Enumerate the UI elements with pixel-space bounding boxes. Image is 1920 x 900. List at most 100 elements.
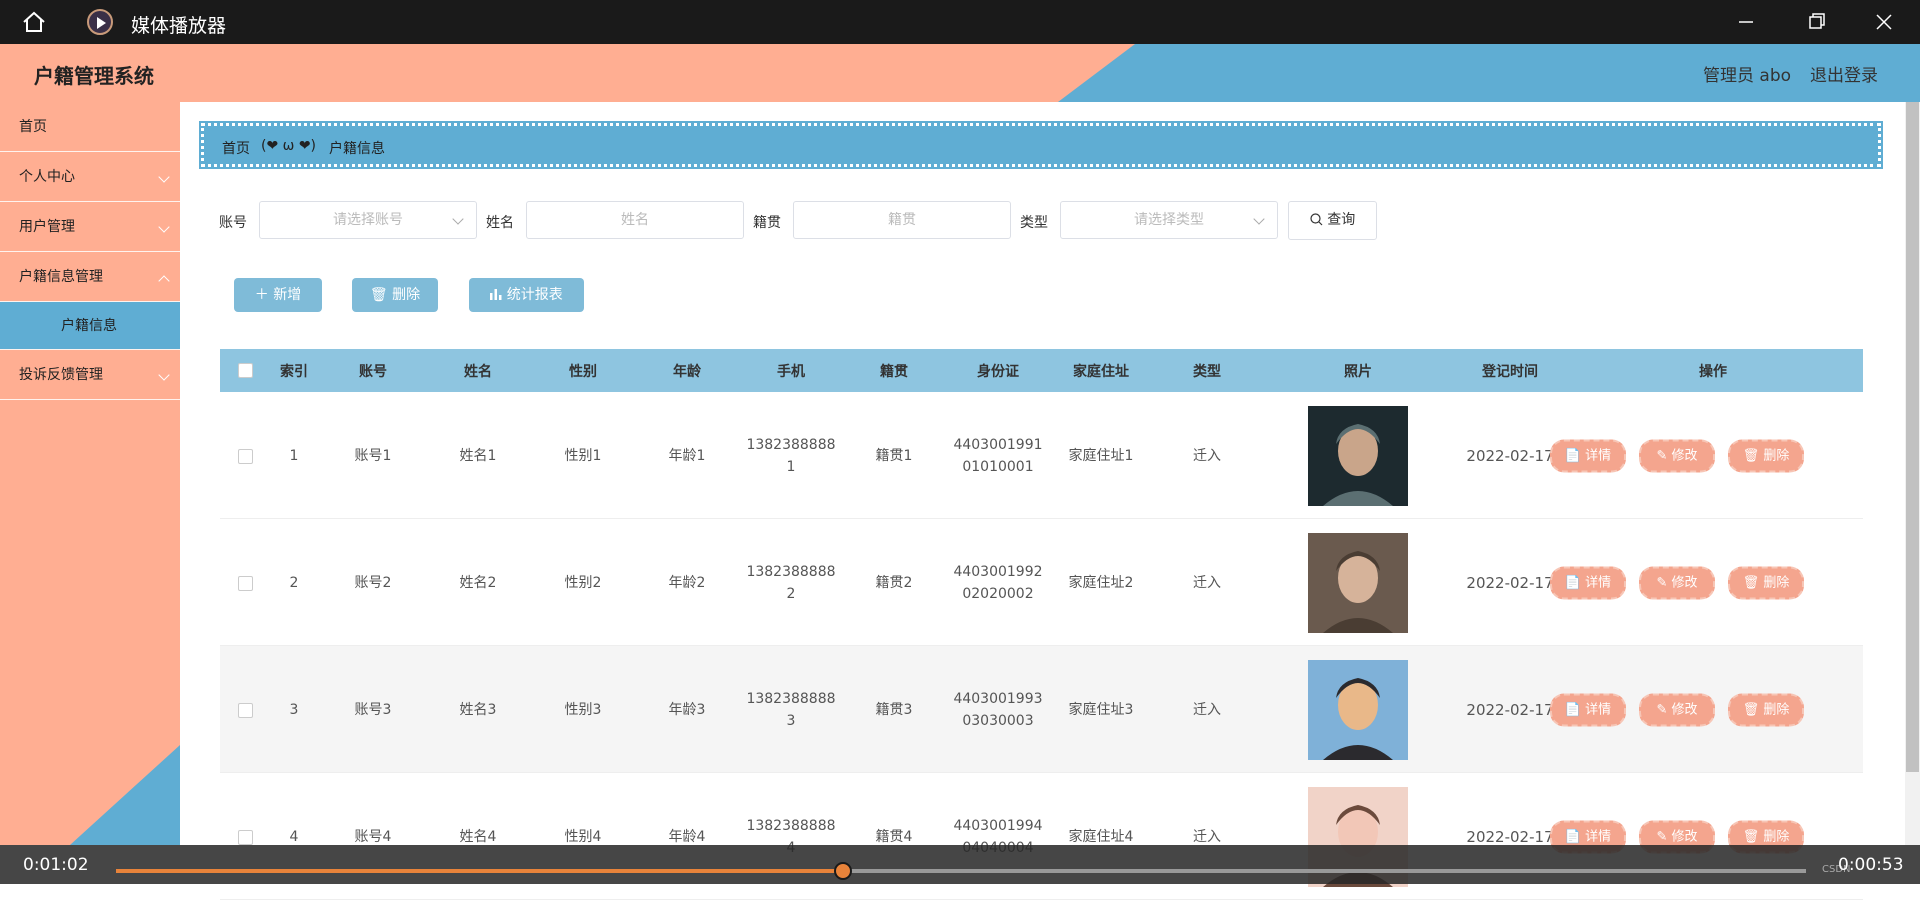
op-button-label: 删除	[1763, 448, 1790, 464]
person-photo[interactable]	[1308, 660, 1408, 760]
origin-filter-label: 籍贯	[753, 215, 781, 231]
column-header[interactable]: 籍贯	[880, 361, 908, 381]
admin-username: 管理员 abo	[1703, 66, 1792, 86]
chevron-down-icon	[158, 221, 170, 233]
sidebar-item-household-info[interactable]: 户籍信息	[0, 302, 180, 350]
app-header: 户籍管理系统 管理员 abo 退出登录	[0, 44, 1920, 102]
sidebar: 首页 个人中心 用户管理 户籍信息管理 户籍信息 投诉反馈管理	[0, 102, 180, 845]
select-all-checkbox[interactable]	[238, 363, 253, 378]
edit-button[interactable]: ✎ 修改	[1639, 439, 1715, 473]
detail-button[interactable]: 📄 详情	[1550, 693, 1626, 727]
add-button[interactable]: ＋ 新增	[234, 278, 322, 312]
column-header[interactable]: 家庭住址	[1073, 361, 1129, 381]
bar-chart-icon	[490, 289, 502, 300]
trash-icon: 🗑	[1742, 575, 1764, 591]
seek-bar-fill	[116, 869, 843, 873]
column-header[interactable]: 索引	[280, 361, 308, 381]
column-header[interactable]: 性别	[569, 361, 597, 381]
row-delete-button[interactable]: 🗑 删除	[1728, 693, 1804, 727]
phone-cell: 1382388888 2	[746, 564, 836, 602]
id-card-cell: 4403001993 03030003	[953, 691, 1043, 729]
gender-cell: 性别2	[564, 575, 602, 591]
vertical-scrollbar[interactable]	[1905, 102, 1920, 845]
column-header[interactable]: 身份证	[977, 361, 1019, 381]
breadcrumb-home[interactable]: 首页	[222, 138, 250, 158]
name-filter-label: 姓名	[486, 215, 514, 231]
column-header[interactable]: 手机	[777, 361, 805, 381]
op-button-label: 修改	[1671, 829, 1698, 845]
home-icon[interactable]	[22, 11, 46, 33]
row-checkbox[interactable]	[238, 576, 253, 591]
restore-icon[interactable]	[1801, 8, 1831, 36]
column-header[interactable]: 类型	[1193, 361, 1221, 381]
date-cell: 2022-02-17	[1466, 701, 1554, 719]
detail-button[interactable]: 📄 详情	[1550, 439, 1626, 473]
account-select-placeholder: 请选择账号	[333, 212, 403, 228]
date-cell: 2022-02-17	[1466, 447, 1554, 465]
pencil-icon: ✎	[1656, 448, 1672, 464]
column-header[interactable]: 操作	[1699, 361, 1727, 381]
op-button-label: 删除	[1763, 575, 1790, 591]
column-header[interactable]: 姓名	[464, 361, 492, 381]
seek-bar[interactable]	[116, 862, 1806, 880]
origin-cell: 籍贯2	[875, 575, 913, 591]
type-cell: 迁入	[1193, 575, 1221, 591]
table-row: 2 账号2 姓名2 性别2 年龄2 籍贯2 家庭住址2 迁入 2022-02-17 1382388…	[220, 519, 1863, 646]
scrollbar-thumb[interactable]	[1906, 102, 1919, 772]
sidebar-item-household-management[interactable]: 户籍信息管理	[0, 252, 180, 302]
search-icon	[1310, 213, 1323, 226]
column-header[interactable]: 照片	[1344, 361, 1372, 381]
person-photo[interactable]	[1308, 406, 1408, 506]
person-photo[interactable]	[1308, 533, 1408, 633]
close-icon[interactable]	[1869, 8, 1899, 36]
name-cell: 姓名1	[459, 448, 497, 464]
type-select[interactable]: 请选择类型	[1060, 201, 1278, 239]
name-input-placeholder: 姓名	[621, 212, 649, 228]
account-cell: 账号3	[354, 702, 392, 718]
column-header[interactable]: 账号	[359, 361, 387, 381]
edit-button[interactable]: ✎ 修改	[1639, 693, 1715, 727]
row-checkbox[interactable]	[238, 830, 253, 845]
stats-button-label: 统计报表	[506, 287, 563, 303]
op-button-label: 修改	[1671, 448, 1698, 464]
origin-input[interactable]: 籍贯	[793, 201, 1011, 239]
document-icon: 📄	[1564, 448, 1586, 464]
edit-button[interactable]: ✎ 修改	[1639, 566, 1715, 600]
type-filter-label: 类型	[1020, 215, 1048, 231]
sidebar-item-home[interactable]: 首页	[0, 102, 180, 152]
stats-report-button[interactable]: 统计报表	[469, 278, 584, 312]
minimize-icon[interactable]	[1731, 8, 1761, 36]
name-input[interactable]: 姓名	[526, 201, 744, 239]
index-cell: 2	[289, 575, 299, 591]
row-delete-button[interactable]: 🗑 删除	[1728, 439, 1804, 473]
sidebar-item-user-management[interactable]: 用户管理	[0, 202, 180, 252]
op-button-label: 详情	[1585, 448, 1612, 464]
type-select-placeholder: 请选择类型	[1134, 212, 1204, 228]
sidebar-item-complaint-management[interactable]: 投诉反馈管理	[0, 350, 180, 400]
index-cell: 1	[289, 448, 299, 464]
column-header[interactable]: 年龄	[673, 361, 701, 381]
chevron-down-icon	[452, 213, 464, 225]
row-delete-button[interactable]: 🗑 删除	[1728, 566, 1804, 600]
column-header[interactable]: 登记时间	[1482, 361, 1538, 381]
elapsed-time: 0:01:02	[23, 855, 89, 875]
row-checkbox[interactable]	[238, 703, 253, 718]
sidebar-item-label: 投诉反馈管理	[19, 367, 103, 383]
account-cell: 账号1	[354, 448, 392, 464]
detail-button[interactable]: 📄 详情	[1550, 566, 1626, 600]
window-titlebar: 媒体播放器	[0, 0, 1920, 44]
query-button-label: 查询	[1327, 212, 1356, 228]
batch-delete-button[interactable]: 🗑 删除	[352, 278, 438, 312]
sidebar-item-personal-center[interactable]: 个人中心	[0, 152, 180, 202]
index-cell: 3	[289, 702, 299, 718]
account-select[interactable]: 请选择账号	[259, 201, 477, 239]
table-row: 1 账号1 姓名1 性别1 年龄1 籍贯1 家庭住址1 迁入 2022-02-17 1382388…	[220, 392, 1863, 519]
logout-link[interactable]: 退出登录	[1810, 61, 1878, 86]
seek-handle[interactable]	[833, 862, 852, 880]
query-button[interactable]: 查询	[1288, 201, 1377, 240]
table-row: 3 账号3 姓名3 性别3 年龄3 籍贯3 家庭住址3 迁入 2022-02-17 1382388…	[220, 646, 1863, 773]
row-checkbox[interactable]	[238, 449, 253, 464]
date-cell: 2022-02-17	[1466, 574, 1554, 592]
address-cell: 家庭住址1	[1068, 448, 1134, 464]
gender-cell: 性别3	[564, 702, 602, 718]
